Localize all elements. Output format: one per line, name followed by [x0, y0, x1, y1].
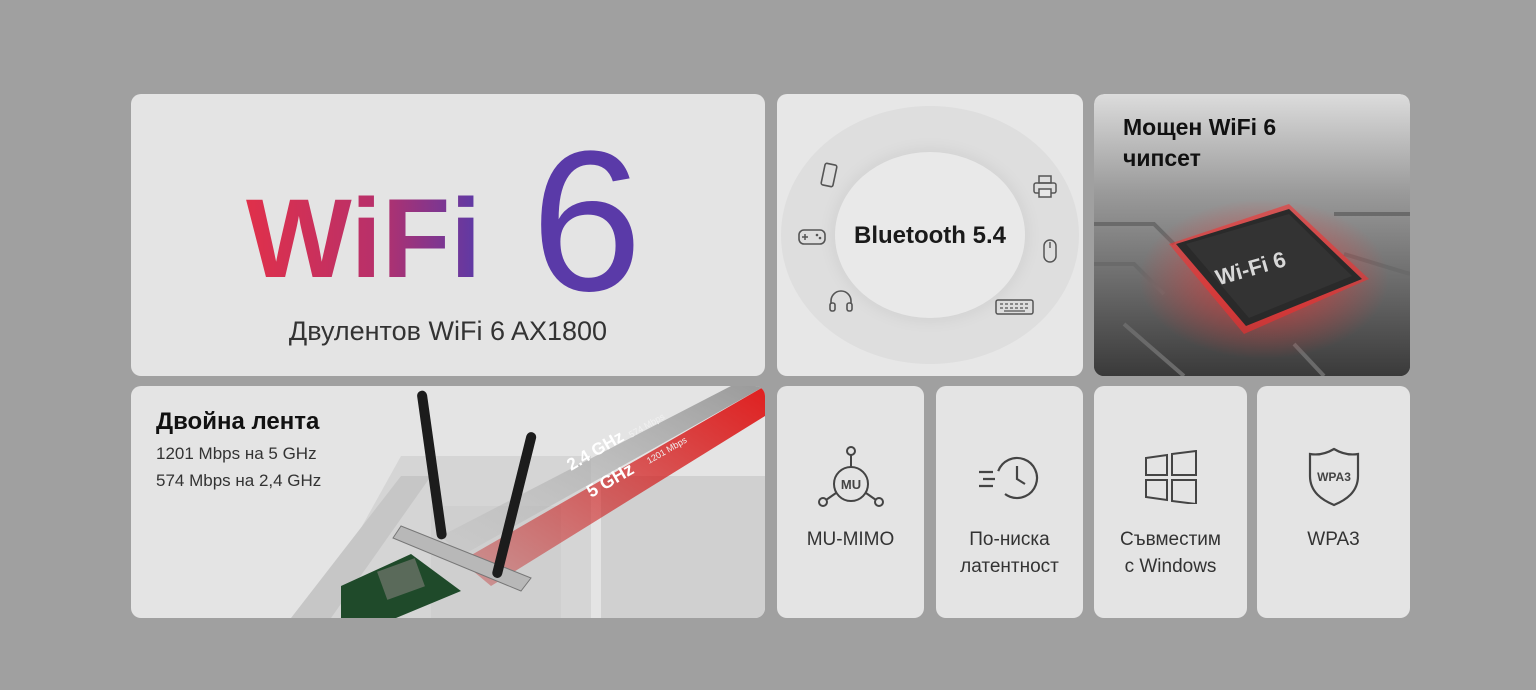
wpa3-label: WPA3: [1307, 529, 1360, 550]
mouse-icon: [1043, 239, 1057, 263]
mumimo-label: MU-MIMO: [806, 529, 895, 550]
dual-band-line-24ghz: 574 Mbps на 2,4 GHz: [156, 471, 322, 490]
dual-band-title: Двойна лента: [156, 408, 320, 435]
mumimo-icon-text: MU: [840, 477, 860, 492]
wifi-logo-text: WiFi: [246, 176, 481, 301]
dual-band-tile: 2.4 GHz 574 Mbps 5 GHz 1201 Mbps Двойна …: [131, 386, 765, 618]
chipset-tile: Wi-Fi 6 Мощен WiFi 6 чипсет: [1094, 94, 1410, 376]
chipset-title: Мощен WiFi 6 чипсет: [1123, 114, 1277, 171]
wpa3-shield-icon: WPA3: [1308, 447, 1359, 507]
latency-clock-icon: [978, 456, 1038, 500]
windows-label-line2: с Windows: [1124, 556, 1217, 577]
windows-icon: [1144, 450, 1197, 504]
gamepad-icon: [798, 229, 826, 245]
windows-label-line1: Съвместим: [1120, 529, 1221, 550]
headphones-icon: [829, 290, 853, 312]
latency-label-line2: латентност: [960, 556, 1059, 577]
wpa3-tile: WPA3 WPA3: [1257, 386, 1410, 618]
latency-label-line1: По-ниска: [969, 529, 1050, 550]
latency-label: По-ниска латентност: [936, 526, 1083, 580]
printer-icon: [1033, 175, 1057, 198]
keyboard-icon: [995, 299, 1034, 315]
wpa3-icon-text: WPA3: [1317, 470, 1351, 484]
windows-tile: Съвместим с Windows: [1094, 386, 1247, 618]
wifi-subtitle: Двулентов WiFi 6 AX1800: [288, 316, 608, 346]
phone-icon: [820, 162, 838, 188]
wifi-logo-number: 6: [531, 112, 642, 312]
dual-band-line-5ghz: 1201 Mbps на 5 GHz: [156, 444, 317, 463]
latency-tile: По-ниска латентност: [936, 386, 1083, 618]
wifi6-hero-tile: WiFi 6 Двулентов WiFi 6 AX1800: [131, 94, 765, 376]
mumimo-icon: MU: [817, 446, 884, 507]
windows-label: Съвместим с Windows: [1094, 526, 1247, 580]
wifi6-logo: WiFi 6: [246, 112, 642, 312]
bluetooth-tile: Bluetooth 5.4: [777, 94, 1083, 376]
mumimo-tile: MU MU-MIMO: [777, 386, 924, 618]
